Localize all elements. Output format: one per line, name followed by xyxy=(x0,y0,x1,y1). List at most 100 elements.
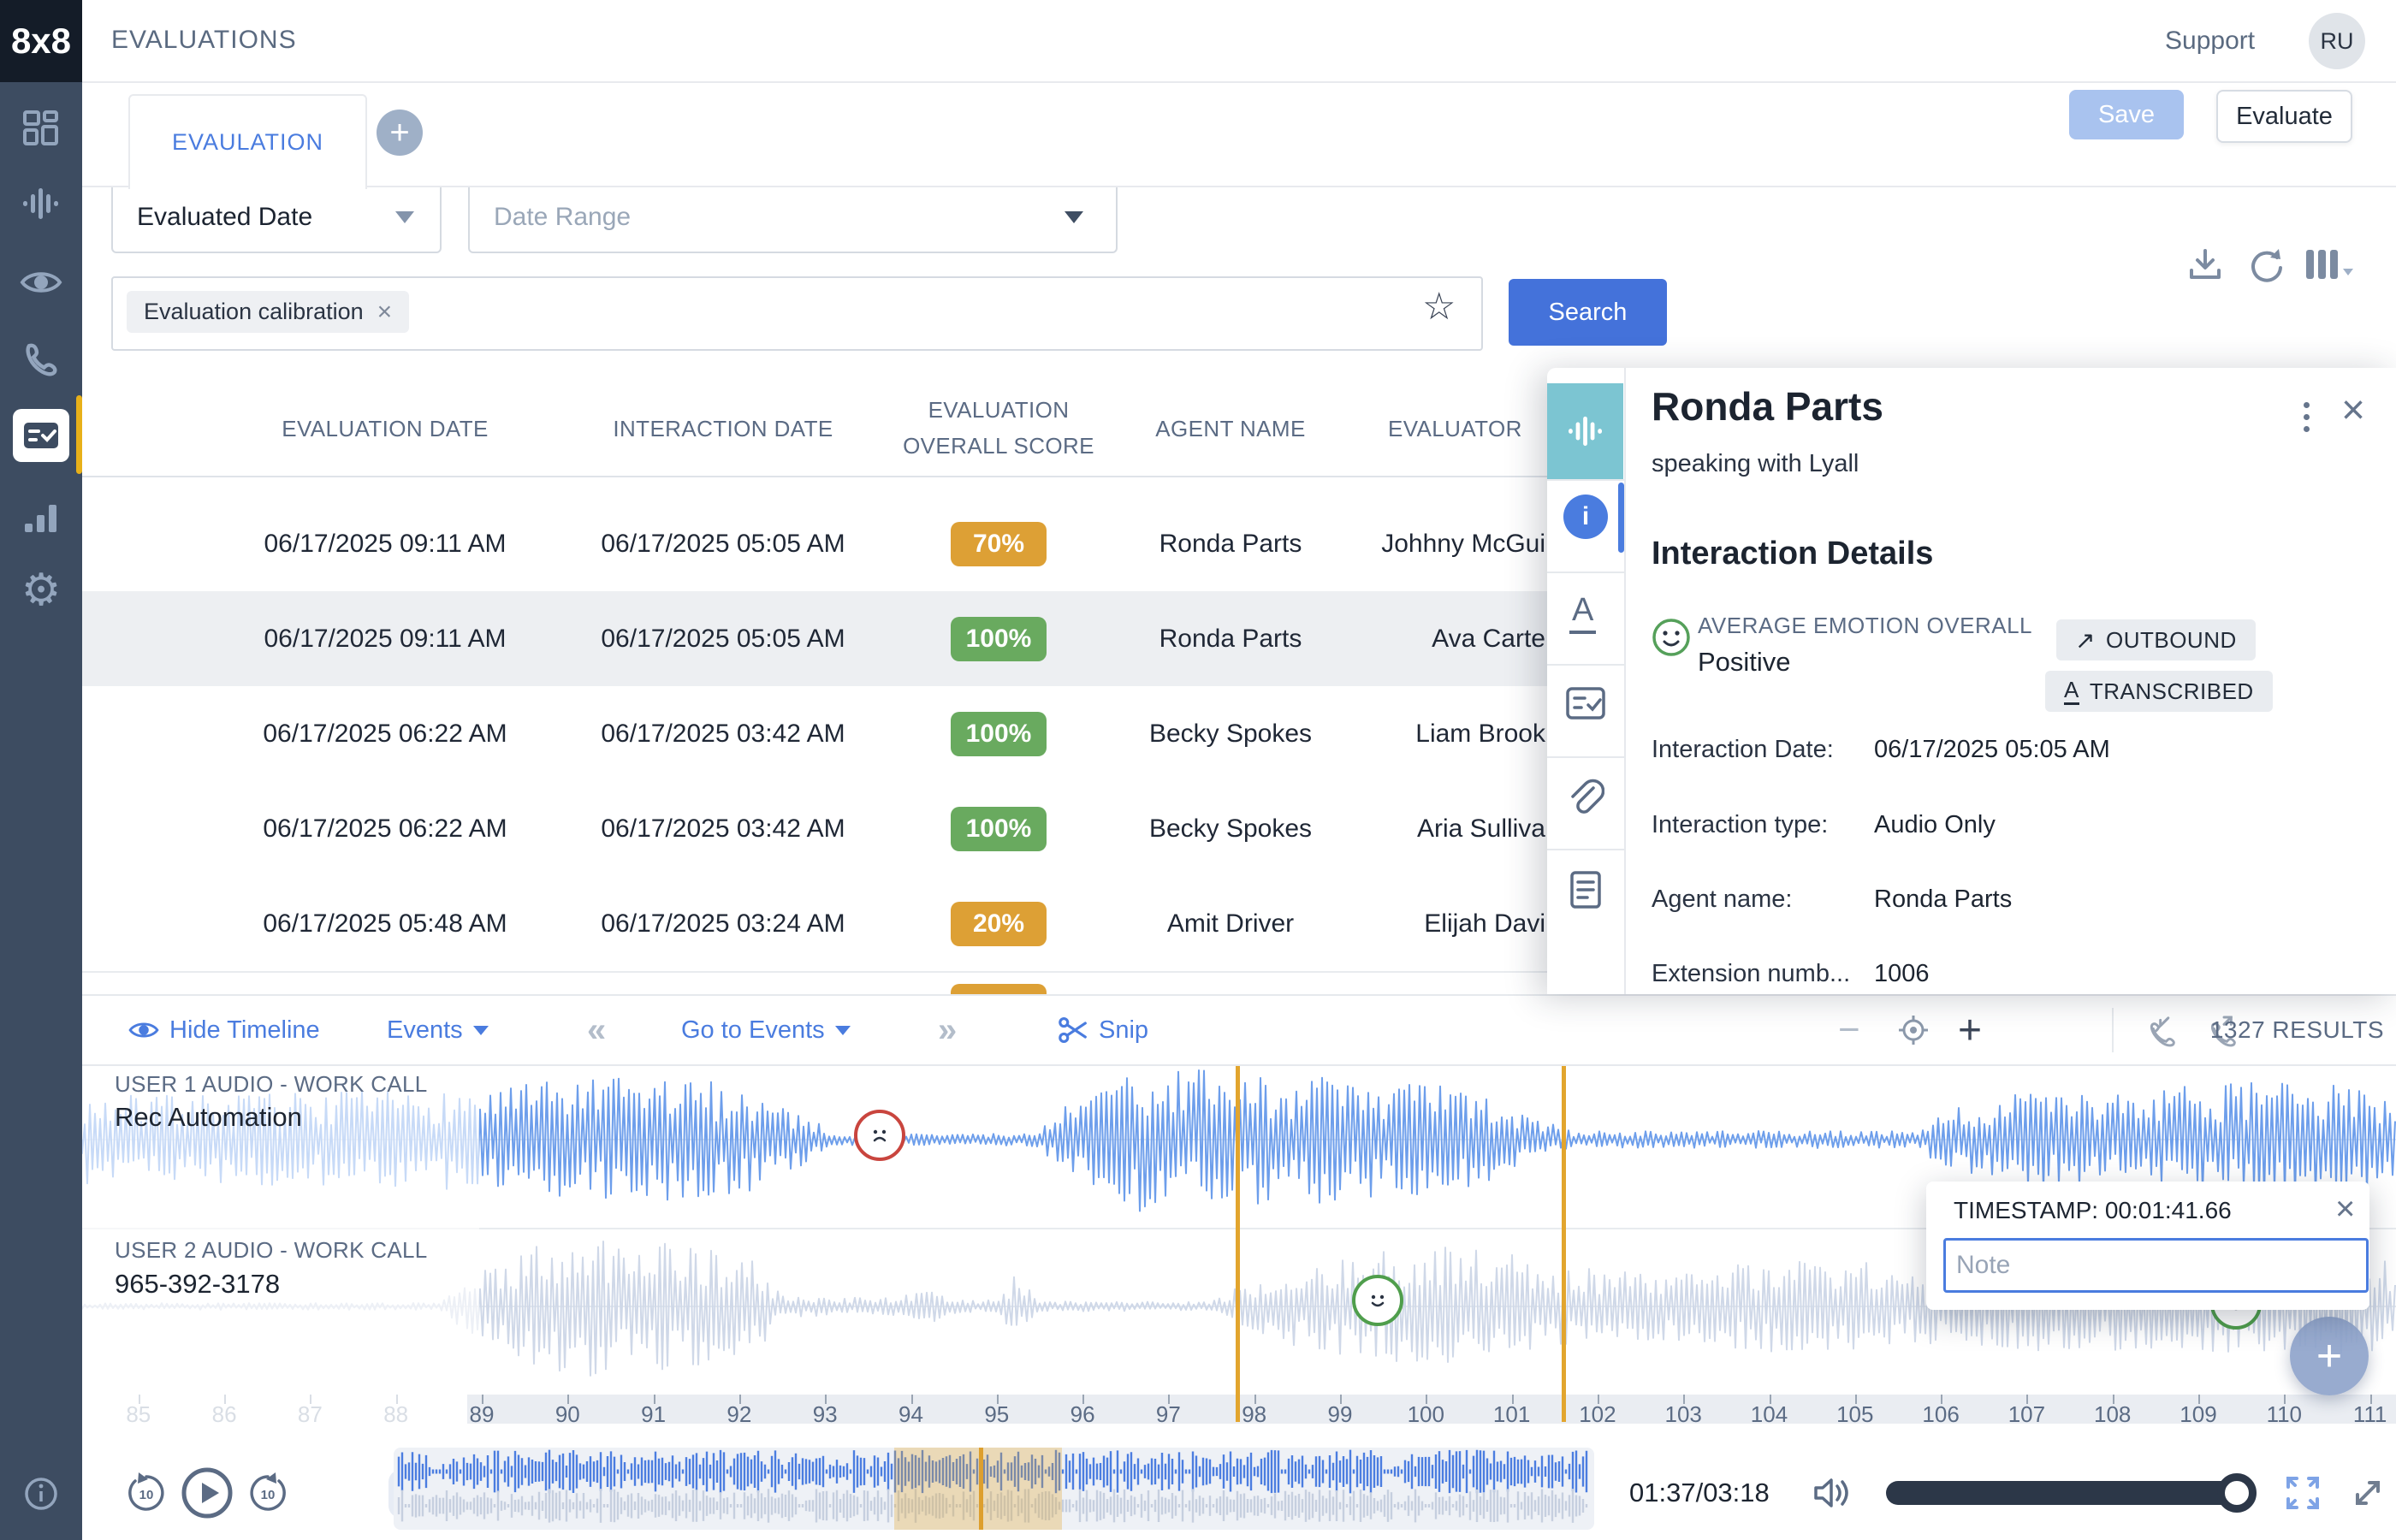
emotion-value: Positive xyxy=(1698,647,1791,678)
sidebar-active-indicator xyxy=(76,395,82,474)
add-tab-button[interactable]: + xyxy=(377,110,423,156)
search-input[interactable]: Evaluation calibration × ☆ xyxy=(111,276,1483,351)
cell-evaluator: Liam Brook xyxy=(1203,686,1545,781)
document-icon xyxy=(1570,871,1601,909)
events-dropdown[interactable]: Events xyxy=(387,996,489,1064)
sidebar-item-calls[interactable] xyxy=(0,329,82,390)
sidebar-item-monitoring[interactable] xyxy=(0,252,82,313)
panel-tab-strip: i A xyxy=(1547,368,1626,994)
add-note-button[interactable]: + xyxy=(2290,1317,2369,1395)
phone-icon xyxy=(23,341,59,377)
next-event-button[interactable]: » xyxy=(938,996,957,1064)
date-range-placeholder: Date Range xyxy=(470,203,631,232)
prev-event-button[interactable]: « xyxy=(587,996,606,1064)
sidebar-item-recordings[interactable] xyxy=(0,173,82,234)
transcribed-a-icon: A xyxy=(2064,678,2079,705)
expand-button[interactable] xyxy=(2338,1446,2396,1540)
cell-evaluation-date: 06/17/2025 06:22 AM xyxy=(214,781,556,876)
go-to-events-label: Go to Events xyxy=(681,1016,825,1045)
info-icon xyxy=(23,1476,59,1512)
transcribed-badge: A TRANSCRIBED xyxy=(2045,671,2273,712)
outbound-badge: ↗ OUTBOUND xyxy=(2056,619,2256,660)
download-button[interactable] xyxy=(2183,243,2227,287)
timeline-axis[interactable]: 8990919293949596979899100101102103104105… xyxy=(467,1395,2396,1424)
download-icon xyxy=(2186,246,2224,284)
sidebar-item-dashboard[interactable] xyxy=(0,98,82,159)
favorite-star-icon[interactable]: ☆ xyxy=(1422,285,1456,329)
waveform-icon xyxy=(1567,415,1604,447)
search-button[interactable]: Search xyxy=(1509,279,1667,346)
incoming-call-button[interactable] xyxy=(2146,996,2180,1064)
user-avatar[interactable]: RU xyxy=(2309,13,2365,69)
volume-button[interactable] xyxy=(1802,1446,1862,1540)
panel-active-tab-indicator xyxy=(1618,483,1624,553)
col-header-agent[interactable]: AGENT NAME xyxy=(1102,416,1359,442)
snip-button[interactable]: Snip xyxy=(1058,996,1148,1064)
fullscreen-icon xyxy=(2283,1473,2322,1513)
panel-menu-button[interactable] xyxy=(2304,402,2310,432)
center-playhead-button[interactable] xyxy=(1896,996,1930,1064)
overview-playhead[interactable] xyxy=(979,1448,983,1530)
score-badge: 20% xyxy=(951,902,1047,946)
panel-tab-info[interactable]: i xyxy=(1563,495,1608,539)
sidebar-item-info[interactable] xyxy=(0,1463,82,1525)
chevron-down-icon xyxy=(473,1026,489,1035)
eye-icon xyxy=(20,268,62,297)
volume-slider-thumb[interactable] xyxy=(2217,1473,2257,1513)
rewind-10-button[interactable]: 10 xyxy=(116,1446,176,1540)
hide-timeline-button[interactable]: Hide Timeline xyxy=(128,996,320,1064)
cell-interaction-date: 06/17/2025 03:24 AM xyxy=(552,876,894,971)
col-header-interaction-date[interactable]: INTERACTION DATE xyxy=(552,416,894,442)
support-link[interactable]: Support xyxy=(2165,27,2255,56)
panel-close-icon[interactable]: × xyxy=(2341,390,2365,431)
tab-evaluation[interactable]: EVAULATION xyxy=(128,94,367,189)
sidebar-item-analytics[interactable] xyxy=(0,487,82,548)
evaluated-date-select[interactable]: Evaluated Date xyxy=(111,181,442,253)
panel-tab-attachments[interactable] xyxy=(1547,772,1624,823)
note-input[interactable] xyxy=(1943,1238,2369,1293)
sidebar-item-settings[interactable]: ⚙ xyxy=(0,560,82,621)
bar-chart-icon xyxy=(23,501,59,534)
refresh-button[interactable] xyxy=(2244,243,2288,287)
columns-button[interactable] xyxy=(2302,243,2357,287)
gear-icon: ⚙ xyxy=(21,565,62,616)
note-close-icon[interactable]: × xyxy=(2335,1190,2355,1229)
panel-section-title: Interaction Details xyxy=(1652,536,1933,572)
cell-interaction-date: 06/17/2025 03:42 AM xyxy=(552,686,894,781)
zoom-in-button[interactable]: + xyxy=(1958,996,1982,1064)
evaluate-button[interactable]: Evaluate xyxy=(2216,90,2352,143)
track1-subtitle: Rec Automation xyxy=(115,1102,302,1133)
fullscreen-button[interactable] xyxy=(2273,1446,2333,1540)
panel-tab-audio[interactable] xyxy=(1547,383,1623,479)
rewind-10-icon: 10 xyxy=(124,1471,169,1515)
date-range-select[interactable]: Date Range xyxy=(468,181,1118,253)
col-header-score-line1[interactable]: EVALUATION xyxy=(870,397,1127,424)
timeline-toolbar: Hide Timeline Events « Go to Events » Sn… xyxy=(82,994,2396,1066)
sidebar-item-evaluations[interactable] xyxy=(13,409,69,462)
zoom-out-button[interactable]: − xyxy=(1838,996,1860,1064)
panel-subtitle: speaking with Lyall xyxy=(1652,450,1859,478)
col-header-evaluation-date[interactable]: EVALUATION DATE xyxy=(214,416,556,442)
svg-text:10: 10 xyxy=(261,1488,276,1502)
cell-evaluator: Aria Sulliva xyxy=(1203,781,1545,876)
info-icon: i xyxy=(1582,502,1589,531)
score-badge: 100% xyxy=(951,807,1047,851)
filter-chip[interactable]: Evaluation calibration × xyxy=(127,291,409,333)
field-label: Interaction type: xyxy=(1652,811,1828,839)
go-to-events-dropdown[interactable]: Go to Events xyxy=(681,996,851,1064)
forward-10-button[interactable]: 10 xyxy=(238,1446,298,1540)
panel-tab-transcript[interactable]: A xyxy=(1569,592,1596,634)
overview-waveform[interactable] xyxy=(394,1448,1594,1530)
panel-tab-evaluation[interactable] xyxy=(1547,678,1624,729)
volume-slider[interactable] xyxy=(1886,1481,2254,1505)
panel-tab-notes[interactable] xyxy=(1547,864,1624,915)
play-button[interactable] xyxy=(175,1446,240,1540)
field-value: 1006 xyxy=(1874,960,1930,988)
score-badge: 100% xyxy=(951,712,1047,756)
chip-remove-icon[interactable]: × xyxy=(377,298,393,327)
note-popup: TIMESTAMP: 00:01:41.66 × xyxy=(1926,1182,2369,1310)
chevron-down-icon xyxy=(1065,211,1083,223)
results-count: 1327 RESULTS xyxy=(2210,996,2384,1064)
save-button[interactable]: Save xyxy=(2069,90,2184,139)
axis-faded-ticks: 85868788 xyxy=(82,1395,467,1424)
